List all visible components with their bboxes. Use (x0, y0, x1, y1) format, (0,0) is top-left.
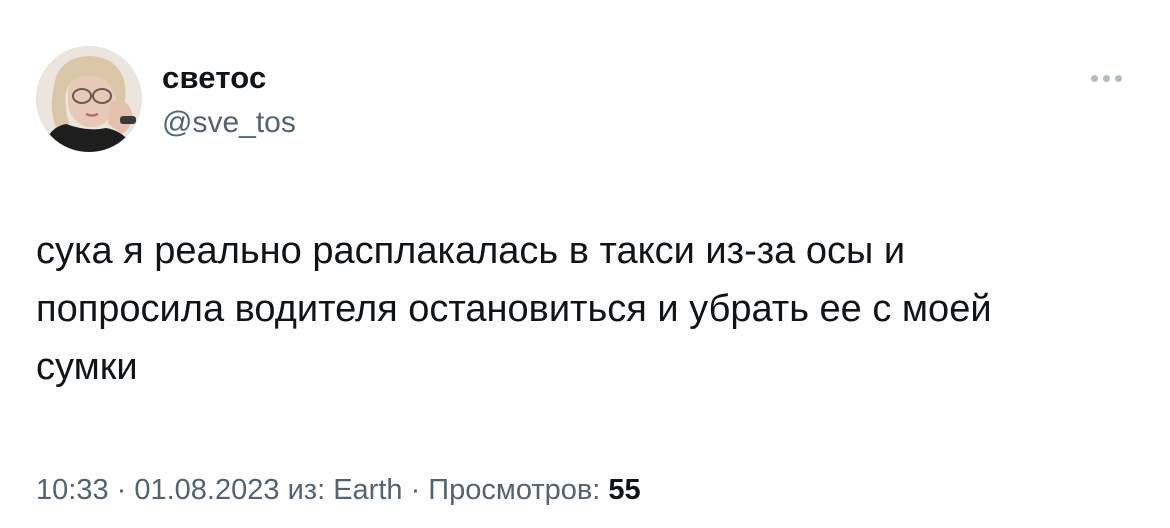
more-options-button[interactable] (1080, 60, 1132, 96)
more-horizontal-icon (1114, 74, 1122, 82)
views-label: Просмотров: (428, 474, 609, 506)
user-handle[interactable]: @sve_tos (162, 106, 296, 140)
source-prefix: из: (279, 474, 334, 506)
tweet-date[interactable]: 01.08.2023 (134, 474, 279, 506)
tweet-metadata: 10:33 · 01.08.2023 из: Earth · Просмотро… (36, 474, 641, 507)
more-horizontal-icon (1090, 74, 1098, 82)
profile-photo (36, 46, 142, 152)
meta-separator: · (402, 474, 429, 506)
avatar[interactable] (36, 46, 142, 152)
tweet-time[interactable]: 10:33 (36, 474, 109, 506)
meta-separator: · (108, 474, 135, 506)
tweet-source: Earth (333, 474, 403, 506)
tweet-card: светос @sve_tos сука я реально расплакал… (0, 0, 1170, 528)
display-name[interactable]: светос (162, 60, 266, 96)
more-horizontal-icon (1102, 74, 1110, 82)
views-count[interactable]: 55 (608, 474, 640, 506)
tweet-text: сука я реально расплакалась в такси из-з… (36, 230, 992, 388)
